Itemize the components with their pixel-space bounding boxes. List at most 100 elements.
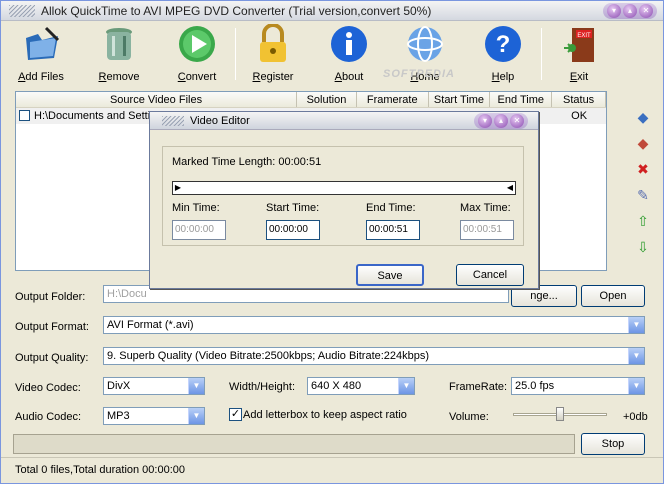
- maximize-icon[interactable]: ▴: [623, 4, 637, 18]
- caption-buttons: ▾ ▴ ✕: [603, 3, 657, 19]
- audio-codec-select[interactable]: MP3 ▼: [103, 407, 205, 425]
- exit-icon: EXIT: [564, 28, 594, 62]
- output-format-label: Output Format:: [15, 321, 89, 333]
- video-codec-select[interactable]: DivX ▼: [103, 377, 205, 395]
- dialog-title: Video Editor: [190, 115, 250, 127]
- col-end-time[interactable]: End Time: [490, 92, 553, 107]
- close-icon[interactable]: ✕: [510, 114, 524, 128]
- cancel-button[interactable]: Cancel: [456, 264, 524, 286]
- open-button[interactable]: Open: [581, 285, 645, 307]
- chevron-down-icon[interactable]: ▼: [188, 378, 204, 394]
- video-codec-value: DivX: [107, 380, 131, 392]
- maximize-icon[interactable]: ▴: [494, 114, 508, 128]
- col-status[interactable]: Status: [552, 92, 606, 107]
- help-icon: ?: [485, 26, 521, 62]
- save-button[interactable]: Save: [356, 264, 424, 286]
- start-marker-icon[interactable]: ▶: [173, 182, 183, 194]
- start-time-field[interactable]: 00:00:00: [266, 220, 320, 240]
- about-button[interactable]: About: [319, 24, 379, 84]
- chevron-down-icon[interactable]: ▼: [628, 348, 644, 364]
- output-quality-value: 9. Superb Quality (Video Bitrate:2500kbp…: [107, 350, 430, 362]
- audio-codec-value: MP3: [107, 410, 130, 422]
- min-time-label: Min Time:: [172, 202, 220, 214]
- edit-icon[interactable]: ✎: [633, 185, 653, 205]
- letterbox-checkbox[interactable]: ✓: [229, 408, 242, 421]
- softpedia-watermark: SOFTPEDIA: [383, 68, 455, 80]
- status-text: Total 0 files,Total duration 00:00:00: [15, 464, 186, 476]
- exit-label: Exit: [569, 71, 589, 83]
- chevron-down-icon[interactable]: ▼: [188, 408, 204, 424]
- width-height-value: 640 X 480: [311, 380, 362, 392]
- remove-button[interactable]: Remove: [89, 24, 149, 84]
- max-time-field: 00:00:51: [460, 220, 514, 240]
- col-framerate[interactable]: Framerate: [357, 92, 429, 107]
- timeline-track[interactable]: ▶ ◀: [172, 181, 516, 195]
- start-time-label: Start Time:: [266, 202, 320, 214]
- register-button[interactable]: Register: [243, 23, 303, 84]
- status-bar: Total 0 files,Total duration 00:00:00: [1, 457, 663, 483]
- chevron-down-icon[interactable]: ▼: [398, 378, 414, 394]
- output-format-select[interactable]: AVI Format (*.avi) ▼: [103, 316, 645, 334]
- close-icon[interactable]: ✕: [639, 4, 653, 18]
- toolbar-separator: [541, 28, 542, 80]
- end-time-field[interactable]: 00:00:51: [366, 220, 420, 240]
- dialog-caption-buttons: ▾ ▴ ✕: [474, 113, 528, 129]
- play-icon: [179, 26, 215, 62]
- output-folder-label: Output Folder:: [15, 291, 86, 303]
- about-label: About: [334, 71, 364, 83]
- stop-button[interactable]: Stop: [581, 433, 645, 455]
- chevron-down-icon[interactable]: ▼: [628, 317, 644, 333]
- marked-time-label: Marked Time Length: 00:00:51: [172, 156, 322, 168]
- info-icon: [331, 26, 367, 62]
- help-button[interactable]: ? Help: [473, 24, 533, 84]
- video-codec-label: Video Codec:: [15, 382, 81, 394]
- clear-list-icon[interactable]: ✖: [633, 159, 653, 179]
- minimize-icon[interactable]: ▾: [607, 4, 621, 18]
- trash-icon: [106, 28, 132, 60]
- convert-button[interactable]: Convert: [167, 24, 227, 84]
- svg-text:EXIT: EXIT: [577, 33, 591, 39]
- col-solution[interactable]: Solution: [297, 92, 357, 107]
- chevron-down-icon[interactable]: ▼: [628, 378, 644, 394]
- title-bar[interactable]: Allok QuickTime to AVI MPEG DVD Converte…: [1, 1, 663, 21]
- remove-item-icon[interactable]: ◆: [633, 133, 653, 153]
- max-time-label: Max Time:: [460, 202, 511, 214]
- toolbar-separator: [235, 28, 236, 80]
- file-name: H:\Documents and Settin: [34, 110, 157, 122]
- help-label: Help: [491, 71, 515, 83]
- list-side-buttons: ◆ ◆ ✖ ✎ ⇧ ⇩: [633, 107, 657, 263]
- exit-button[interactable]: EXIT Exit: [549, 24, 609, 84]
- add-item-icon[interactable]: ◆: [633, 107, 653, 127]
- volume-slider-thumb[interactable]: [556, 407, 564, 421]
- col-source-video-files[interactable]: Source Video Files: [16, 92, 298, 107]
- end-time-label: End Time:: [366, 202, 416, 214]
- output-quality-select[interactable]: 9. Superb Quality (Video Bitrate:2500kbp…: [103, 347, 645, 365]
- width-height-select[interactable]: 640 X 480 ▼: [307, 377, 415, 395]
- remove-label: Remove: [98, 71, 140, 83]
- video-editor-dialog: Video Editor ▾ ▴ ✕ Marked Time Length: 0…: [149, 111, 539, 289]
- framerate-select[interactable]: 25.0 fps ▼: [511, 377, 645, 395]
- globe-icon: [407, 26, 443, 62]
- convert-label: Convert: [177, 71, 217, 83]
- volume-label: Volume:: [449, 411, 489, 423]
- add-files-label: Add Files: [18, 71, 64, 83]
- title-grip: [9, 5, 35, 17]
- file-list-header: Source Video Files Solution Framerate St…: [16, 92, 606, 108]
- toolbar: Add Files Remove Convert Register About …: [1, 22, 663, 86]
- col-start-time[interactable]: Start Time: [429, 92, 491, 107]
- dialog-title-bar[interactable]: Video Editor ▾ ▴ ✕: [150, 112, 538, 130]
- output-quality-label: Output Quality:: [15, 352, 89, 364]
- move-up-icon[interactable]: ⇧: [633, 211, 653, 231]
- svg-text:?: ?: [496, 31, 511, 58]
- audio-codec-label: Audio Codec:: [15, 411, 82, 423]
- move-down-icon[interactable]: ⇩: [633, 237, 653, 257]
- row-checkbox[interactable]: [19, 110, 30, 121]
- end-marker-icon[interactable]: ◀: [505, 182, 515, 194]
- volume-value: +0db: [623, 411, 648, 423]
- main-window: Allok QuickTime to AVI MPEG DVD Converte…: [0, 0, 664, 484]
- output-format-value: AVI Format (*.avi): [107, 319, 194, 331]
- add-files-button[interactable]: Add Files: [11, 24, 71, 84]
- progress-bar: [13, 434, 575, 454]
- window-title: Allok QuickTime to AVI MPEG DVD Converte…: [41, 4, 432, 18]
- minimize-icon[interactable]: ▾: [478, 114, 492, 128]
